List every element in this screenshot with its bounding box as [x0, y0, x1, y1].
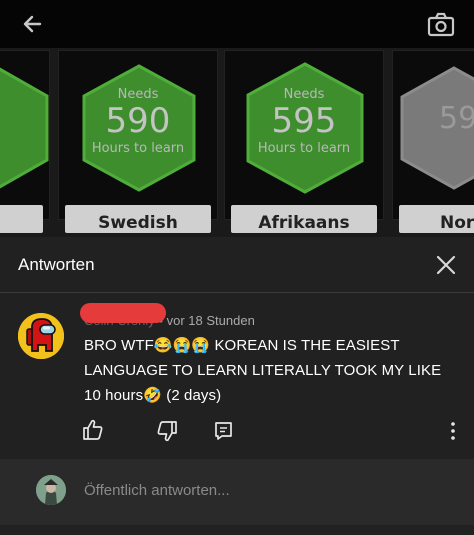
hex-hours-number: 595 — [271, 101, 337, 141]
language-label: Swedish — [65, 205, 211, 233]
arrow-left-icon[interactable] — [18, 10, 48, 38]
user-avatar — [36, 475, 66, 505]
camera-icon[interactable] — [426, 11, 456, 39]
hex-hours-text: Hours to learn — [257, 141, 351, 156]
language-label: Norw — [399, 205, 474, 233]
reply-bar: Öffentlich antworten... — [0, 459, 474, 525]
avatar[interactable] — [18, 313, 64, 359]
hex-needs-text: Needs — [283, 87, 325, 102]
top-app-bar — [0, 0, 474, 48]
thumbs-up-icon[interactable] — [80, 417, 106, 443]
comment-text: BRO WTF😂😭😭 KOREAN IS THE EASIEST LANGUAG… — [84, 337, 442, 404]
hex-hours-number: 590 — [105, 101, 171, 141]
sheet-title: Antworten — [18, 255, 95, 274]
thumbs-down-icon[interactable] — [154, 418, 180, 444]
comment-time: vor 18 Stunden — [166, 313, 255, 328]
language-card: 59 Norw — [392, 50, 474, 233]
video-player[interactable]: Needs 590 Hours to learn Swedish Needs 5… — [0, 48, 474, 238]
replies-sheet: Antworten Colin Cronly • vor 18 Stunden … — [0, 237, 474, 535]
hex-hours-text: Hours to learn — [91, 141, 185, 156]
language-card — [0, 50, 50, 233]
language-label: Afrikaans — [231, 205, 377, 233]
language-card: Needs 590 Hours to learn Swedish — [58, 50, 218, 233]
hex-needs-text: Needs — [117, 87, 159, 102]
reply-input[interactable]: Öffentlich antworten... — [84, 482, 230, 499]
reply-icon[interactable] — [211, 418, 237, 444]
hex-hours-number: 59 — [439, 101, 474, 136]
language-card: Needs 595 Hours to learn Afrikaans — [224, 50, 384, 233]
more-vertical-icon[interactable] — [440, 418, 466, 444]
sheet-header: Antworten — [0, 237, 474, 293]
language-label — [0, 205, 43, 233]
close-icon[interactable] — [434, 253, 458, 277]
redaction-mark — [80, 303, 166, 323]
